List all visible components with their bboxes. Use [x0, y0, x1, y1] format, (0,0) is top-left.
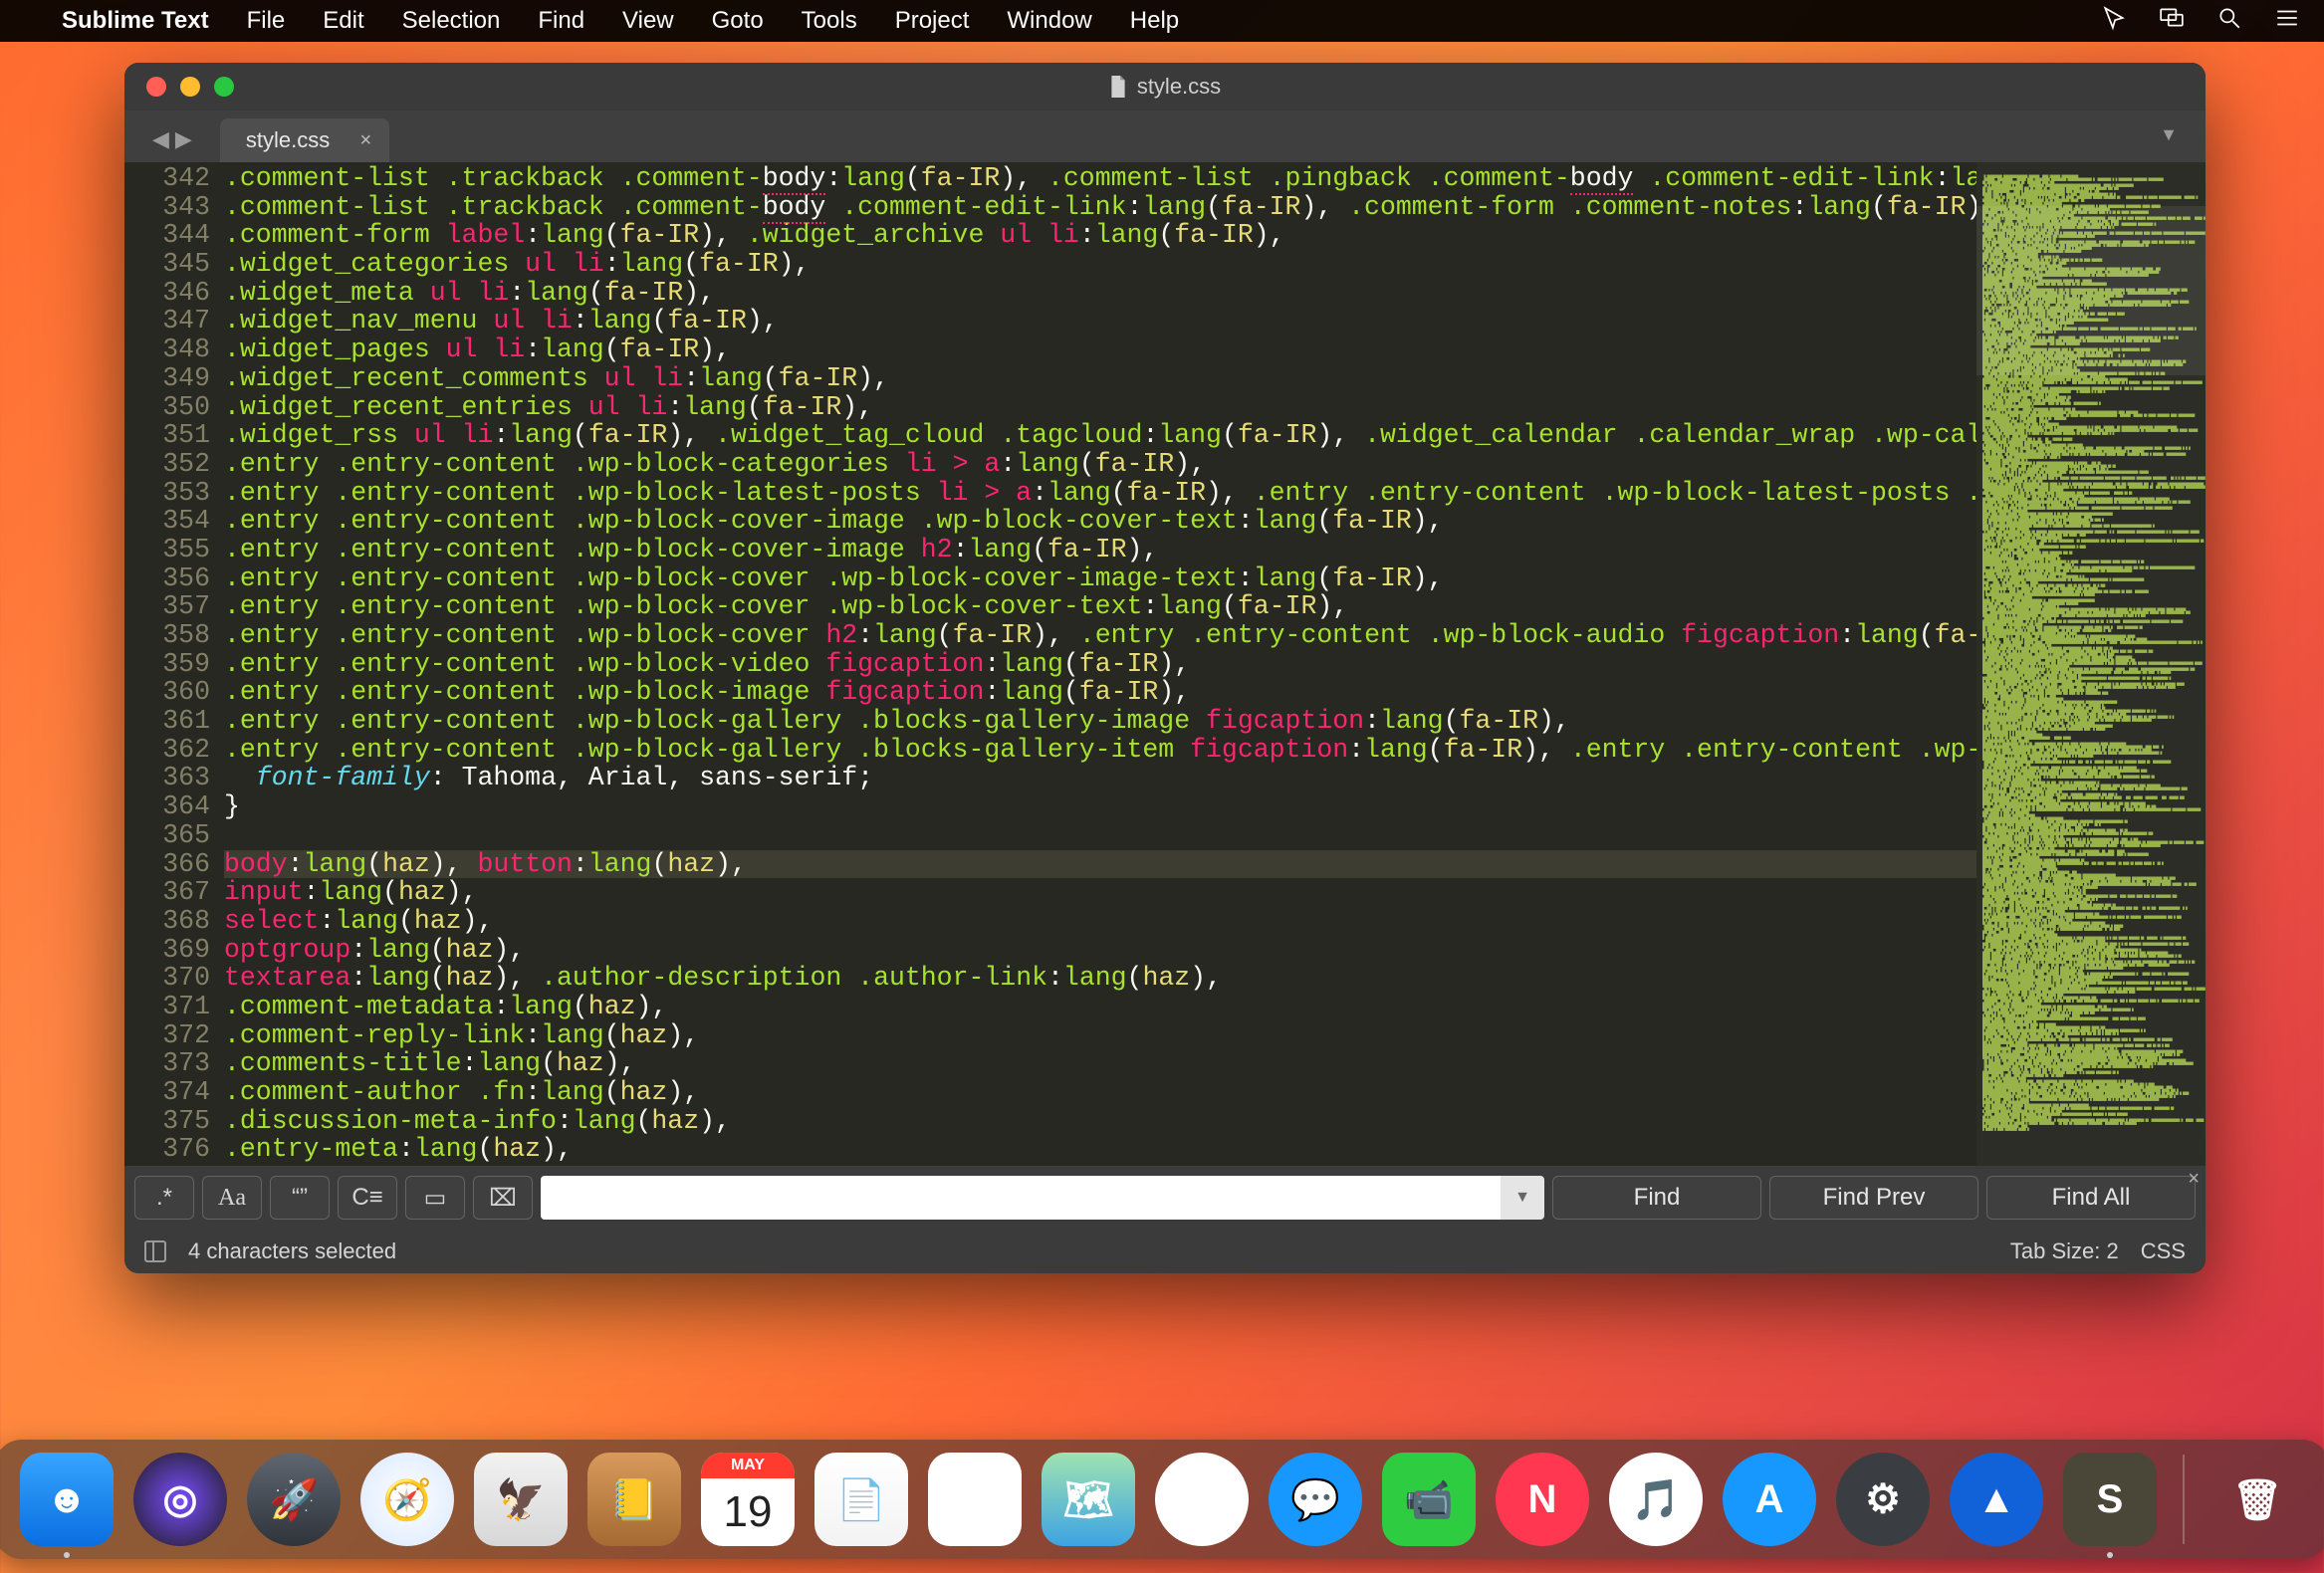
spotlight-search-icon[interactable]: [2216, 5, 2242, 38]
dock-app-messages[interactable]: 💬: [1269, 1453, 1362, 1546]
find-input[interactable]: [541, 1176, 1501, 1220]
dock-app-facetime[interactable]: 📹: [1382, 1453, 1476, 1546]
window-title: style.css: [124, 74, 2206, 100]
nav-forward-icon[interactable]: ▶: [175, 126, 192, 152]
tab-style-css[interactable]: style.css ×: [220, 118, 389, 162]
menu-file[interactable]: File: [247, 7, 286, 35]
status-selection: 4 characters selected: [188, 1238, 396, 1264]
macos-menubar: Sublime Text File Edit Selection Find Vi…: [0, 0, 2324, 42]
menu-window[interactable]: Window: [1007, 7, 1091, 35]
code-area[interactable]: .comment-list .trackback .comment-body:l…: [224, 162, 1976, 1166]
menu-selection[interactable]: Selection: [402, 7, 501, 35]
dock-app-siri[interactable]: ◎: [133, 1453, 227, 1546]
tab-strip: ◀ ▶ style.css × ▼: [124, 111, 2206, 162]
dock-app-calendar[interactable]: MAY19: [701, 1453, 795, 1546]
screen-mirror-icon[interactable]: [2159, 5, 2185, 38]
tab-close-icon[interactable]: ×: [360, 129, 372, 152]
dock-app-appstore[interactable]: A: [1723, 1453, 1816, 1546]
dock-app-xcode[interactable]: ▲: [1950, 1453, 2043, 1546]
find-opt-wholeword[interactable]: “”: [270, 1176, 330, 1220]
dock: ☻◎🚀🧭🦅📒MAY19📄▥🗺✿💬📹N🎵A⚙▲S 🗑: [0, 1440, 2324, 1559]
find-close-icon[interactable]: ×: [2188, 1168, 2200, 1191]
tab-overflow-icon[interactable]: ▼: [2160, 124, 2178, 145]
dock-app-settings[interactable]: ⚙: [1836, 1453, 1930, 1546]
dock-app-finder[interactable]: ☻: [20, 1453, 114, 1546]
menu-tools[interactable]: Tools: [802, 7, 857, 35]
menu-view[interactable]: View: [622, 7, 674, 35]
window-zoom-button[interactable]: [214, 77, 234, 97]
menu-project[interactable]: Project: [895, 7, 970, 35]
window-minimize-button[interactable]: [180, 77, 200, 97]
find-opt-highlight[interactable]: ⌧: [473, 1176, 533, 1220]
code-editor[interactable]: 3423433443453463473483493503513523533543…: [124, 162, 2206, 1166]
dock-app-contacts[interactable]: 📒: [587, 1453, 681, 1546]
find-panel: .* Aa “” C≡ ▭ ⌧ ▼ Find Find Prev Find Al…: [124, 1166, 2206, 1230]
window-close-button[interactable]: [146, 77, 166, 97]
find-history-dropdown[interactable]: ▼: [1501, 1176, 1544, 1220]
find-opt-case[interactable]: Aa: [202, 1176, 262, 1220]
status-tab-size[interactable]: Tab Size: 2: [2010, 1238, 2119, 1264]
status-syntax[interactable]: CSS: [2141, 1238, 2186, 1264]
status-bar: 4 characters selected Tab Size: 2 CSS: [124, 1230, 2206, 1273]
dock-app-trash[interactable]: 🗑: [2210, 1453, 2304, 1546]
find-prev-button[interactable]: Find Prev: [1769, 1176, 1978, 1220]
find-opt-wrap[interactable]: C≡: [338, 1176, 397, 1220]
dock-app-notes[interactable]: 📄: [814, 1453, 908, 1546]
editor-window: style.css ◀ ▶ style.css × ▼ 342343344345…: [124, 63, 2206, 1273]
dock-app-maps[interactable]: 🗺: [1042, 1453, 1135, 1546]
cursor-icon[interactable]: [2101, 5, 2127, 38]
panel-toggle-icon[interactable]: [144, 1240, 166, 1262]
file-icon: [1109, 76, 1127, 98]
menu-goto[interactable]: Goto: [712, 7, 764, 35]
nav-back-icon[interactable]: ◀: [152, 126, 169, 152]
titlebar[interactable]: style.css: [124, 63, 2206, 111]
dock-app-reminders[interactable]: ▥: [928, 1453, 1022, 1546]
minimap-viewport[interactable]: [1976, 206, 2206, 375]
dock-app-safari[interactable]: 🧭: [360, 1453, 454, 1546]
control-center-icon[interactable]: [2274, 5, 2300, 38]
dock-app-news[interactable]: N: [1496, 1453, 1589, 1546]
menu-edit[interactable]: Edit: [323, 7, 363, 35]
dock-app-launchpad[interactable]: 🚀: [247, 1453, 341, 1546]
tab-label: style.css: [246, 127, 330, 153]
dock-app-photos[interactable]: ✿: [1155, 1453, 1249, 1546]
dock-app-mail[interactable]: 🦅: [474, 1453, 568, 1546]
find-opt-inselection[interactable]: ▭: [405, 1176, 465, 1220]
find-button[interactable]: Find: [1552, 1176, 1761, 1220]
find-opt-regex[interactable]: .*: [134, 1176, 194, 1220]
minimap[interactable]: █ ██████████ ████████████████ ███████ ██…: [1976, 162, 2206, 1166]
line-gutter: 3423433443453463473483493503513523533543…: [124, 162, 224, 1166]
dock-app-sublime[interactable]: S: [2063, 1453, 2157, 1546]
app-name[interactable]: Sublime Text: [62, 7, 209, 35]
dock-app-music[interactable]: 🎵: [1609, 1453, 1703, 1546]
menu-find[interactable]: Find: [538, 7, 584, 35]
find-all-button[interactable]: Find All: [1986, 1176, 2196, 1220]
menu-help[interactable]: Help: [1130, 7, 1179, 35]
